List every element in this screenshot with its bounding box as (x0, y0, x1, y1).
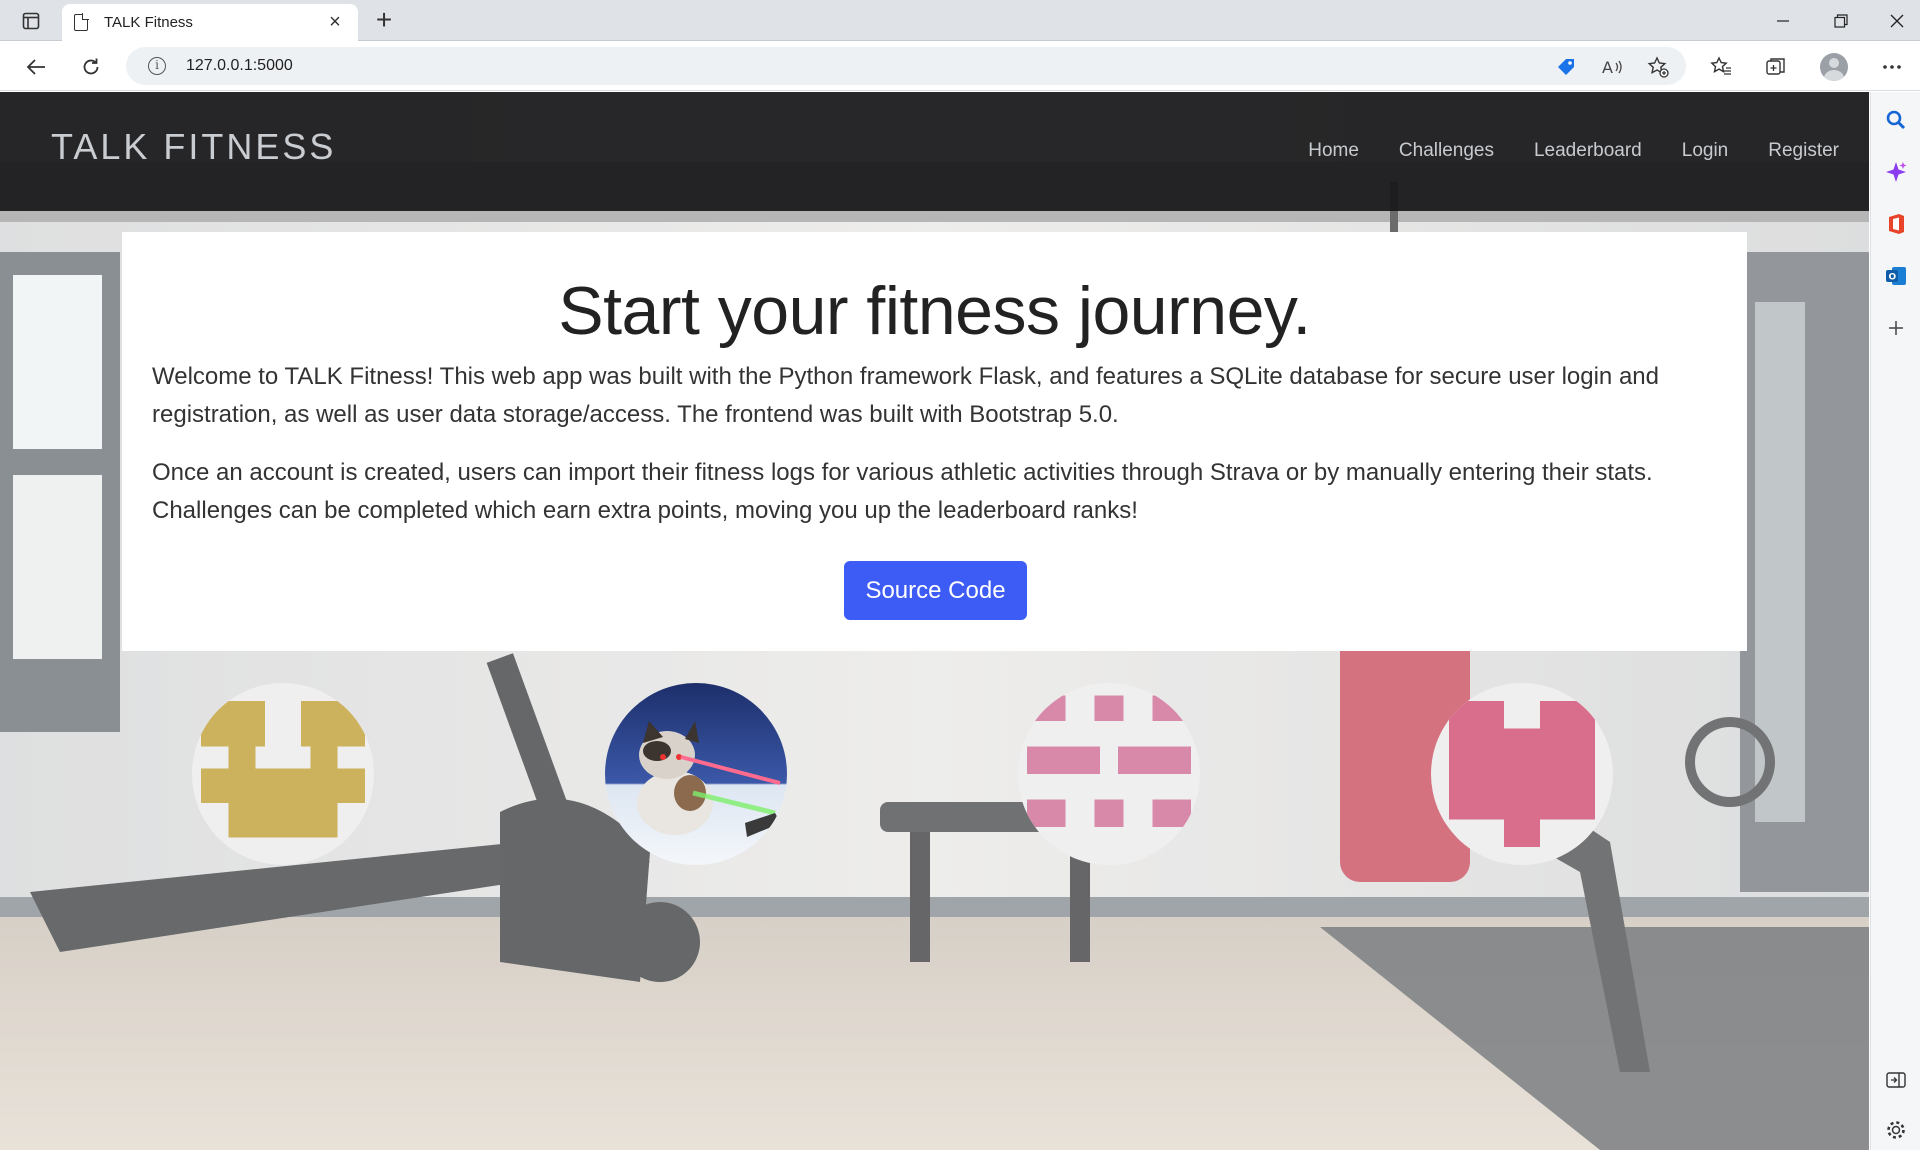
nav-challenges[interactable]: Challenges (1399, 140, 1494, 162)
hero-card: Start your fitness journey. Welcome to T… (122, 232, 1747, 651)
url-field[interactable]: i 127.0.0.1:5000 (126, 47, 1686, 85)
page-viewport: TALK FITNESS Home Challenges Leaderboard… (0, 92, 1869, 1150)
nav-login[interactable]: Login (1682, 140, 1729, 162)
site-info-icon[interactable]: i (148, 57, 166, 75)
copilot-icon[interactable] (1882, 158, 1910, 186)
minimize-button[interactable] (1760, 6, 1806, 36)
browser-tab-active[interactable]: TALK Fitness × (62, 4, 358, 41)
user-avatar-pink-identicon-2[interactable] (1431, 683, 1613, 865)
search-icon[interactable] (1882, 106, 1910, 134)
nav-links: Home Challenges Leaderboard Login Regist… (1308, 140, 1839, 162)
hide-sidebar-icon[interactable] (1882, 1066, 1910, 1094)
browser-sidebar: O (1870, 92, 1920, 1150)
source-code-button[interactable]: Source Code (844, 561, 1027, 620)
outlook-icon[interactable]: O (1882, 262, 1910, 290)
read-aloud-icon[interactable]: A (1596, 51, 1628, 83)
user-avatar-pink-identicon[interactable] (1018, 683, 1200, 865)
user-avatar-cat-photo[interactable] (605, 683, 787, 865)
site-navbar: TALK FITNESS Home Challenges Leaderboard… (0, 92, 1869, 211)
restore-button[interactable] (1818, 6, 1864, 36)
add-favorite-icon[interactable] (1642, 51, 1674, 83)
browser-tab-strip: TALK Fitness × + (0, 0, 1920, 41)
collections-icon[interactable] (1760, 51, 1792, 83)
profile-avatar[interactable] (1818, 51, 1850, 83)
svg-text:A: A (1602, 58, 1613, 77)
tab-title: TALK Fitness (104, 14, 193, 31)
nav-leaderboard[interactable]: Leaderboard (1534, 140, 1642, 162)
profile-icon (1820, 53, 1848, 81)
new-tab-button[interactable]: + (370, 6, 398, 35)
address-bar-row: i 127.0.0.1:5000 A (0, 41, 1920, 91)
tab-actions-menu-icon[interactable] (16, 8, 46, 34)
shopping-tag-icon[interactable] (1550, 51, 1582, 83)
back-button[interactable] (20, 51, 52, 83)
add-sidebar-app-icon[interactable] (1882, 314, 1910, 342)
close-tab-icon[interactable]: × (324, 11, 346, 34)
svg-text:O: O (1889, 273, 1897, 283)
url-text: 127.0.0.1:5000 (186, 57, 293, 74)
hero-heading: Start your fitness journey. (558, 273, 1311, 349)
page-icon (74, 13, 89, 31)
sidebar-settings-icon[interactable] (1882, 1116, 1910, 1144)
user-avatar-gold-identicon[interactable] (192, 683, 374, 865)
favorites-icon[interactable] (1705, 51, 1737, 83)
hero-details-paragraph: Once an account is created, users can im… (152, 459, 1653, 524)
refresh-button[interactable] (75, 51, 107, 83)
nav-register[interactable]: Register (1768, 140, 1839, 162)
office-icon[interactable] (1882, 210, 1910, 238)
settings-more-icon[interactable] (1876, 51, 1908, 83)
hero-intro-paragraph: Welcome to TALK Fitness! This web app wa… (152, 363, 1659, 428)
site-brand[interactable]: TALK FITNESS (51, 126, 336, 168)
nav-home[interactable]: Home (1308, 140, 1359, 162)
close-window-button[interactable] (1874, 6, 1920, 36)
